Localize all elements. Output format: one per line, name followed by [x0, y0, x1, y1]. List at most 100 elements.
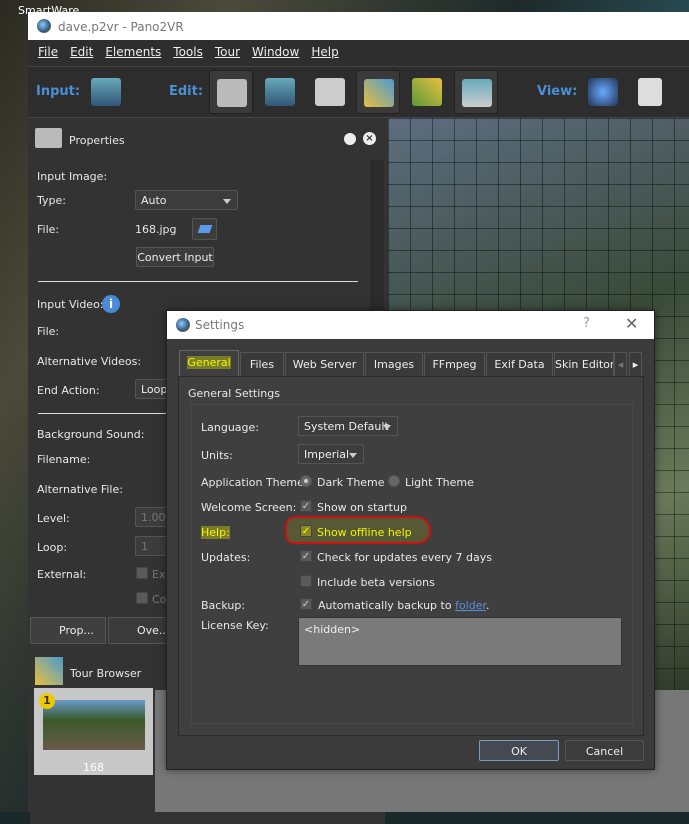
tour-browser-title: Tour Browser	[70, 667, 142, 680]
convert-input-button[interactable]: Convert Input	[136, 247, 214, 267]
loop-input[interactable]: 1	[135, 536, 170, 556]
dark-theme-radio[interactable]	[300, 475, 312, 487]
chevron-down-icon	[223, 199, 231, 208]
chevron-down-icon	[383, 425, 391, 434]
ok-button[interactable]: OK	[479, 740, 559, 761]
application-theme-label: Application Theme:	[201, 476, 308, 489]
tab-scroll-left[interactable]: ◂	[614, 352, 627, 376]
tab-properties[interactable]: Prop...	[30, 617, 106, 644]
menu-tools[interactable]: Tools	[173, 45, 203, 66]
menu-tour[interactable]: Tour	[215, 45, 240, 66]
type-value: Auto	[141, 194, 167, 207]
tab-properties-label: Prop...	[59, 624, 94, 637]
backup-folder-link[interactable]: folder	[455, 599, 486, 612]
tab-skin-editor[interactable]: Skin Editor	[554, 352, 614, 376]
dialog-titlebar[interactable]: Settings ? ✕	[167, 311, 654, 339]
menu-elements[interactable]: Elements	[105, 45, 161, 66]
skin-editor-button[interactable]	[454, 70, 498, 114]
settings-dialog: Settings ? ✕ General Files Web Server Im…	[166, 310, 655, 770]
edit-label: Edit:	[169, 84, 204, 99]
toolbar: Input: Edit: View:	[28, 66, 689, 118]
tab-overview[interactable]: Ove...	[108, 617, 170, 644]
units-value: Imperial	[304, 448, 350, 461]
background-sound-heading: Background Sound:	[37, 428, 145, 441]
chevron-down-icon	[349, 453, 357, 462]
properties-title: Properties	[69, 134, 125, 147]
user-data-button[interactable]	[308, 70, 352, 114]
maps-button[interactable]	[405, 70, 449, 114]
filename-label: Filename:	[37, 453, 91, 466]
window-title: dave.p2vr - Pano2VR	[58, 20, 184, 34]
sliders-icon	[217, 79, 247, 107]
tab-general[interactable]: General	[179, 350, 239, 376]
sliders-icon	[35, 128, 62, 148]
id-card-icon	[315, 78, 345, 106]
add-input-button[interactable]	[84, 70, 128, 114]
menu-file[interactable]: File	[38, 45, 58, 66]
cancel-button[interactable]: Cancel	[565, 740, 644, 761]
menu-bar: File Edit Elements Tools Tour Window Hel…	[28, 40, 689, 66]
include-beta-checkbox[interactable]	[300, 575, 312, 587]
skin-icon	[462, 79, 492, 107]
tab-images[interactable]: Images	[365, 352, 423, 376]
close-panel-icon[interactable]: ×	[363, 132, 376, 145]
backup-label: Backup:	[201, 599, 246, 612]
close-icon[interactable]: ✕	[625, 314, 638, 333]
show-offline-help-checkbox[interactable]: ✓	[300, 525, 312, 537]
tab-ffmpeg[interactable]: FFmpeg	[424, 352, 485, 376]
tab-scroll-right[interactable]: ▸	[629, 352, 642, 376]
light-theme-label: Light Theme	[405, 476, 474, 489]
welcome-screen-label: Welcome Screen:	[201, 501, 297, 514]
auto-backup-label: Automatically backup to folder.	[318, 599, 490, 612]
map-pin-icon	[412, 78, 442, 106]
level-label: Level:	[37, 512, 70, 525]
language-select[interactable]: System Default	[298, 416, 398, 436]
general-settings-group: Language: System Default Units: Imperial…	[191, 404, 633, 724]
file-label: File:	[37, 223, 60, 236]
input-label: Input:	[36, 84, 81, 99]
general-settings-heading: General Settings	[188, 387, 280, 400]
include-beta-label: Include beta versions	[317, 576, 435, 589]
auto-backup-checkbox[interactable]: ✓	[300, 598, 312, 610]
node-number-badge: 1	[39, 693, 55, 709]
external-checkbox-2[interactable]	[136, 592, 148, 604]
external-checkbox-2-label: Co	[152, 593, 167, 606]
output-button[interactable]	[631, 70, 675, 114]
tour-node-thumbnail[interactable]: 1 168	[34, 688, 153, 775]
show-on-startup-checkbox[interactable]: ✓	[300, 500, 312, 512]
external-checkbox[interactable]	[136, 567, 148, 579]
info-icon[interactable]: i	[102, 295, 120, 313]
license-key-label: License Key:	[201, 619, 269, 632]
tab-exif-data[interactable]: Exif Data	[486, 352, 553, 376]
input-image-heading: Input Image:	[37, 170, 108, 183]
help-button[interactable]: ?	[583, 316, 590, 331]
units-label: Units:	[201, 449, 233, 462]
properties-button[interactable]	[209, 70, 253, 114]
menu-window[interactable]: Window	[252, 45, 299, 66]
input-video-heading: Input Video:	[37, 298, 104, 311]
menu-edit[interactable]: Edit	[70, 45, 93, 66]
end-action-label: End Action:	[37, 384, 100, 397]
tour-icon	[35, 657, 63, 685]
dialog-title: Settings	[195, 318, 245, 332]
level-input[interactable]: 1.00	[135, 507, 170, 527]
tab-files[interactable]: Files	[240, 352, 284, 376]
type-select[interactable]: Auto	[135, 190, 238, 210]
units-select[interactable]: Imperial	[298, 444, 364, 464]
browse-file-button[interactable]	[192, 218, 217, 240]
viewing-parameters-button[interactable]	[258, 70, 302, 114]
panorama-thumbnail-image	[43, 700, 145, 750]
menu-help[interactable]: Help	[311, 45, 338, 66]
tab-overview-label: Ove...	[137, 624, 170, 637]
light-theme-radio[interactable]	[388, 475, 400, 487]
language-label: Language:	[201, 421, 259, 434]
overview-button[interactable]	[581, 70, 625, 114]
tab-web-server[interactable]: Web Server	[285, 352, 364, 376]
video-file-label: File:	[37, 325, 60, 338]
check-updates-checkbox[interactable]: ✓	[300, 550, 312, 562]
tour-browser-button[interactable]	[356, 70, 400, 114]
license-key-field[interactable]: <hidden>	[298, 617, 622, 666]
pano2vr-app-icon	[37, 19, 51, 33]
window-titlebar[interactable]: dave.p2vr - Pano2VR	[28, 12, 689, 40]
float-panel-icon[interactable]	[344, 133, 356, 145]
